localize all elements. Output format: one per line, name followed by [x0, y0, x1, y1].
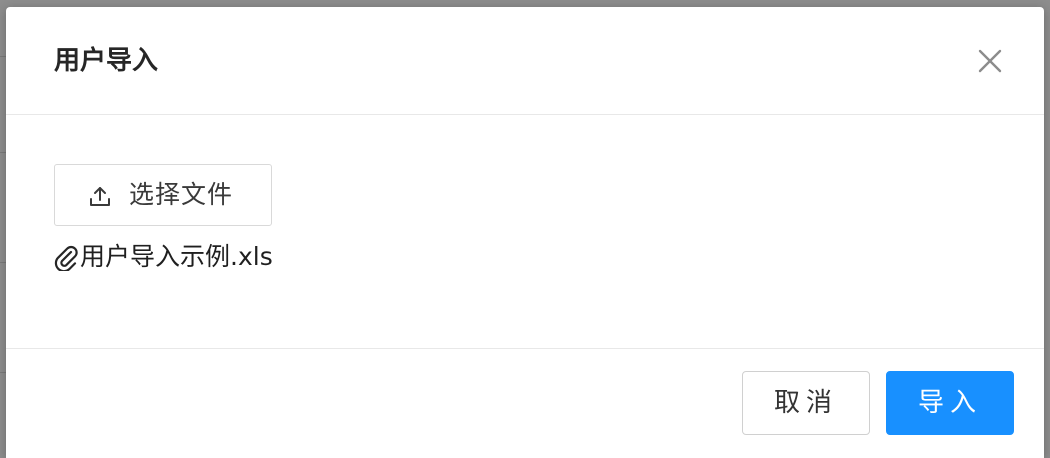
select-file-label: 选择文件	[129, 180, 234, 209]
import-button[interactable]: 导入	[886, 371, 1014, 435]
dialog-footer: 取消 导入	[6, 348, 1044, 458]
dialog-header: 用户导入	[6, 7, 1044, 115]
import-dialog: 用户导入 选择文件 用户导入示例.xls 取消 导入	[6, 7, 1044, 458]
paperclip-icon	[54, 245, 78, 271]
cancel-button[interactable]: 取消	[742, 371, 870, 435]
dialog-title: 用户导入	[54, 46, 159, 76]
uploaded-file-name: 用户导入示例.xls	[80, 242, 273, 271]
upload-icon	[90, 187, 110, 206]
dialog-body: 选择文件 用户导入示例.xls	[6, 115, 1044, 348]
close-icon	[978, 49, 1002, 73]
select-file-button[interactable]: 选择文件	[54, 164, 272, 226]
close-button[interactable]	[972, 43, 1008, 79]
